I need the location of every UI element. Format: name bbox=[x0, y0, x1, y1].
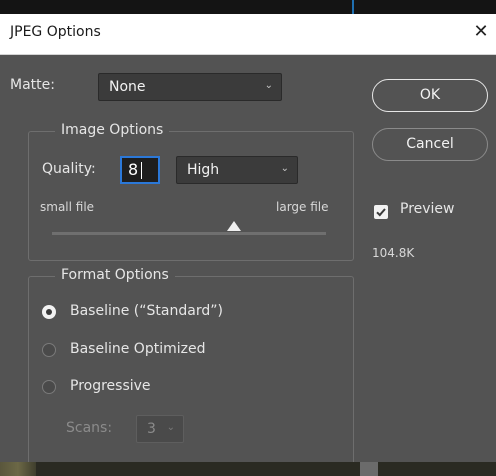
background-canvas-top bbox=[0, 0, 496, 14]
title-bar: JPEG Options ✕ bbox=[0, 14, 496, 55]
cancel-button[interactable]: Cancel bbox=[372, 128, 488, 161]
large-file-label: large file bbox=[276, 200, 329, 214]
radio-progressive[interactable] bbox=[42, 380, 56, 394]
chevron-down-icon: ⌄ bbox=[264, 80, 273, 91]
background-canvas-bottom bbox=[0, 462, 496, 476]
matte-value: None bbox=[109, 79, 146, 95]
baseline-optimized-label: Baseline Optimized bbox=[70, 341, 206, 357]
quality-input[interactable]: 8 bbox=[120, 156, 160, 184]
quality-label: Quality: bbox=[42, 161, 96, 177]
image-options-legend: Image Options bbox=[55, 122, 170, 138]
jpeg-options-dialog: JPEG Options ✕ Matte: None ⌄ Image Optio… bbox=[0, 14, 496, 466]
close-icon[interactable]: ✕ bbox=[470, 21, 492, 43]
quality-slider-track[interactable] bbox=[52, 232, 326, 235]
chevron-down-icon: ⌄ bbox=[166, 422, 175, 433]
text-caret bbox=[141, 162, 142, 179]
quality-value: 8 bbox=[128, 160, 139, 179]
matte-select[interactable]: None ⌄ bbox=[98, 73, 282, 101]
matte-label: Matte: bbox=[10, 77, 55, 93]
quality-level-select[interactable]: High ⌄ bbox=[176, 156, 298, 184]
ok-button[interactable]: OK bbox=[372, 79, 488, 112]
scans-value: 3 bbox=[147, 421, 156, 437]
canvas-image-edge bbox=[0, 462, 36, 476]
canvas-guide bbox=[352, 0, 354, 14]
quality-level-value: High bbox=[187, 162, 220, 178]
scans-label: Scans: bbox=[66, 420, 113, 436]
scans-select: 3 ⌄ bbox=[136, 415, 184, 443]
dialog-title: JPEG Options bbox=[10, 24, 101, 40]
preview-label: Preview bbox=[400, 201, 455, 217]
progressive-label: Progressive bbox=[70, 378, 151, 394]
radio-baseline-optimized[interactable] bbox=[42, 343, 56, 357]
file-size-readout: 104.8K bbox=[372, 246, 415, 260]
chevron-down-icon: ⌄ bbox=[280, 163, 289, 174]
canvas-image-edge bbox=[360, 462, 378, 476]
preview-checkbox[interactable] bbox=[374, 205, 388, 219]
small-file-label: small file bbox=[40, 200, 95, 214]
image-options-group: Image Options bbox=[28, 122, 354, 261]
baseline-standard-label: Baseline (“Standard”) bbox=[70, 303, 223, 319]
quality-slider-thumb[interactable] bbox=[227, 221, 241, 231]
format-options-legend: Format Options bbox=[55, 267, 175, 283]
checkmark-icon bbox=[376, 208, 386, 217]
radio-baseline-standard[interactable] bbox=[42, 305, 56, 319]
